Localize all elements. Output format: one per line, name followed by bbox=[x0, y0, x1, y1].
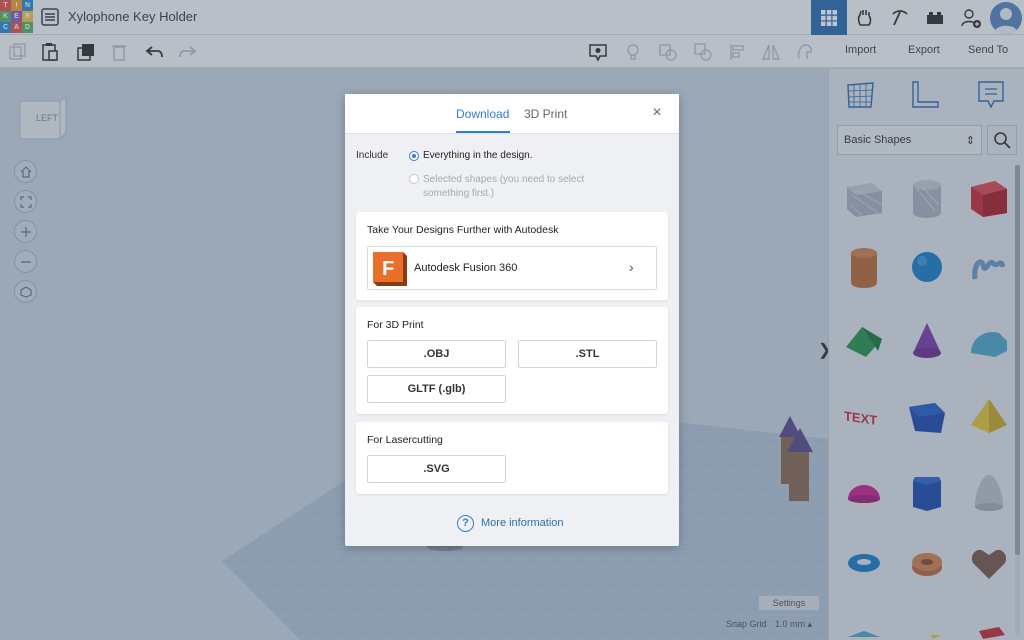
fusion-360-link[interactable]: F Autodesk Fusion 360 › bbox=[367, 246, 657, 290]
export-dialog: Download 3D Print × Include Everything i… bbox=[345, 94, 679, 546]
more-information-link[interactable]: ? More information bbox=[457, 514, 564, 532]
tab-download[interactable]: Download bbox=[456, 107, 509, 121]
option-everything-label[interactable]: Everything in the design. bbox=[423, 150, 533, 161]
export-svg-button[interactable]: .SVG bbox=[367, 455, 506, 483]
radio-everything[interactable] bbox=[409, 151, 419, 161]
3d-print-section: For 3D Print .OBJ .STL GLTF (.glb) bbox=[356, 307, 668, 414]
lasercutting-section-title: For Lasercutting bbox=[367, 434, 443, 446]
export-obj-button[interactable]: .OBJ bbox=[367, 340, 506, 368]
active-tab-indicator bbox=[456, 131, 510, 133]
help-icon: ? bbox=[457, 514, 474, 532]
more-information-label: More information bbox=[481, 517, 564, 529]
fusion-logo-letter: F bbox=[382, 258, 394, 280]
chevron-right-icon: › bbox=[629, 259, 634, 275]
close-icon[interactable]: × bbox=[650, 105, 664, 121]
radio-selected-shapes[interactable] bbox=[409, 174, 419, 184]
fusion-360-label: Autodesk Fusion 360 bbox=[414, 262, 518, 274]
lasercutting-section: For Lasercutting .SVG bbox=[356, 422, 668, 494]
export-gltf-button[interactable]: GLTF (.glb) bbox=[367, 375, 506, 403]
dialog-header: Download 3D Print × bbox=[345, 94, 679, 134]
3d-print-section-title: For 3D Print bbox=[367, 319, 424, 331]
tab-3d-print[interactable]: 3D Print bbox=[524, 107, 567, 121]
option-selected-label: Selected shapes (you need to select some… bbox=[423, 174, 585, 199]
autodesk-section: Take Your Designs Further with Autodesk … bbox=[356, 212, 668, 300]
include-label: Include bbox=[356, 150, 389, 161]
export-stl-button[interactable]: .STL bbox=[518, 340, 657, 368]
fusion-360-logo: F bbox=[373, 252, 407, 286]
autodesk-section-title: Take Your Designs Further with Autodesk bbox=[367, 224, 559, 236]
